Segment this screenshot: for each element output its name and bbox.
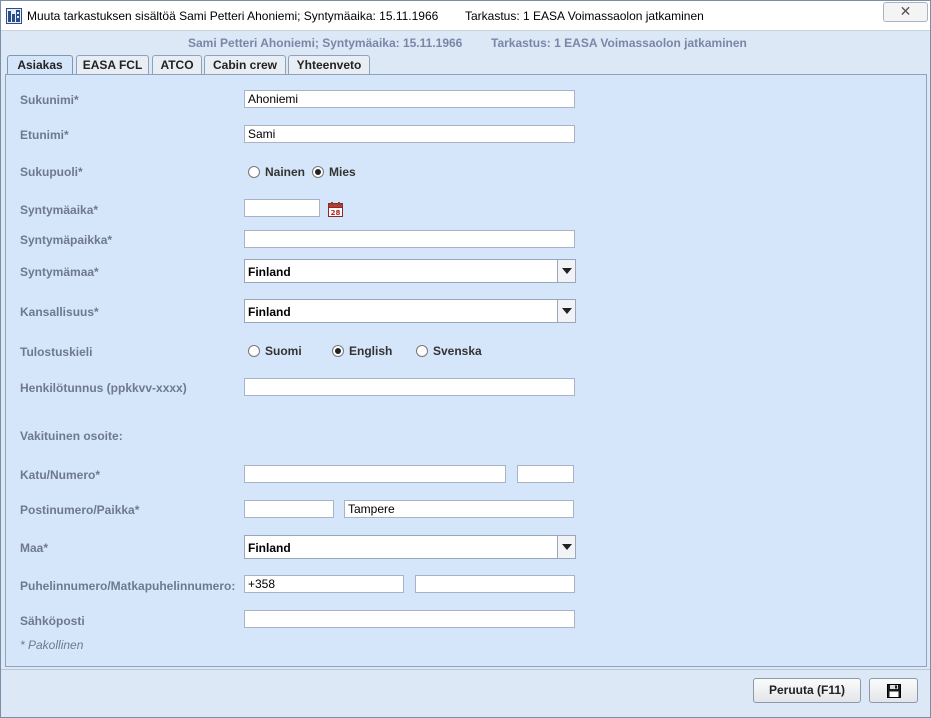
- radio-circle-selected: [332, 345, 344, 357]
- street-label: Katu/Numero*: [20, 468, 101, 482]
- inspection-info: Tarkastus: 1 EASA Voimassaolon jatkamine…: [491, 36, 747, 50]
- language-english-label: English: [349, 344, 393, 358]
- required-note: * Pakollinen: [20, 638, 84, 652]
- tab-asiakas[interactable]: Asiakas: [7, 55, 73, 76]
- birthcountry-label: Syntymämaa*: [20, 265, 99, 279]
- person-info: Sami Petteri Ahoniemi; Syntymäaika: 15.1…: [188, 36, 463, 50]
- gender-radio-female[interactable]: Nainen: [248, 165, 308, 179]
- chevron-down-icon[interactable]: [557, 536, 575, 558]
- window-title: Muuta tarkastuksen sisältöä Sami Petteri…: [27, 9, 439, 23]
- country-label: Maa*: [20, 541, 49, 555]
- app-icon: [6, 8, 22, 24]
- chevron-down-icon[interactable]: [557, 300, 575, 322]
- city-input[interactable]: Tampere: [344, 500, 574, 518]
- postal-label: Postinumero/Paikka*: [20, 503, 140, 517]
- gender-label: Sukupuoli*: [20, 165, 83, 179]
- birthdate-input[interactable]: [244, 199, 320, 217]
- phone-label: Puhelinnumero/Matkapuhelinnumero:: [20, 579, 236, 593]
- gender-female-label: Nainen: [265, 165, 306, 179]
- window-title-inspection: Tarkastus: 1 EASA Voimassaolon jatkamine…: [465, 9, 704, 23]
- firstname-input[interactable]: Sami: [244, 125, 575, 143]
- nationality-select[interactable]: Finland: [244, 299, 576, 323]
- calendar-icon[interactable]: 28: [328, 202, 343, 217]
- gender-radio-male[interactable]: Mies: [312, 165, 362, 179]
- birthplace-input[interactable]: [244, 230, 575, 248]
- cancel-button[interactable]: Peruuta (F11): [753, 678, 861, 703]
- nationality-label: Kansallisuus*: [20, 305, 99, 319]
- dialog-window: Muuta tarkastuksen sisältöä Sami Petteri…: [0, 0, 931, 718]
- language-svenska-label: Svenska: [433, 344, 482, 358]
- birthdate-label: Syntymäaika*: [20, 203, 99, 217]
- address-heading: Vakituinen osoite:: [20, 429, 123, 443]
- language-suomi-label: Suomi: [265, 344, 302, 358]
- language-radio-svenska[interactable]: Svenska: [416, 344, 486, 358]
- floppy-disk-icon: [887, 684, 901, 698]
- street-input[interactable]: [244, 465, 506, 483]
- radio-circle-selected: [312, 166, 324, 178]
- tab-easa-fcl[interactable]: EASA FCL: [76, 55, 149, 75]
- country-select[interactable]: Finland: [244, 535, 576, 559]
- radio-circle: [416, 345, 428, 357]
- birthcountry-value: Finland: [248, 265, 291, 279]
- chevron-down-icon[interactable]: [557, 260, 575, 282]
- street-number-input[interactable]: [517, 465, 574, 483]
- language-radio-suomi[interactable]: Suomi: [248, 344, 308, 358]
- footer-divider: [1, 669, 930, 670]
- tab-atco[interactable]: ATCO: [152, 55, 202, 75]
- gender-male-label: Mies: [329, 165, 356, 179]
- nationality-value: Finland: [248, 305, 291, 319]
- print-language-label: Tulostuskieli: [20, 345, 93, 359]
- title-bar: Muuta tarkastuksen sisältöä Sami Petteri…: [1, 1, 930, 31]
- close-button[interactable]: ✕: [883, 2, 928, 22]
- context-header: Sami Petteri Ahoniemi; Syntymäaika: 15.1…: [1, 32, 930, 54]
- birthplace-label: Syntymäpaikka*: [20, 233, 113, 247]
- country-value: Finland: [248, 541, 291, 555]
- firstname-label: Etunimi*: [20, 128, 69, 142]
- surname-input[interactable]: Ahoniemi: [244, 90, 575, 108]
- personal-id-label: Henkilötunnus (ppkkvv-xxxx): [20, 381, 187, 395]
- save-button[interactable]: [869, 678, 918, 703]
- phone-input[interactable]: +358: [244, 575, 404, 593]
- birthcountry-select[interactable]: Finland: [244, 259, 576, 283]
- postal-code-input[interactable]: [244, 500, 334, 518]
- surname-label: Sukunimi*: [20, 93, 79, 107]
- radio-circle: [248, 345, 260, 357]
- language-radio-english[interactable]: English: [332, 344, 397, 358]
- email-input[interactable]: [244, 610, 575, 628]
- radio-circle: [248, 166, 260, 178]
- mobile-input[interactable]: [415, 575, 575, 593]
- tab-cabin-crew[interactable]: Cabin crew: [204, 55, 286, 75]
- tab-yhteenveto[interactable]: Yhteenveto: [288, 55, 370, 75]
- personal-id-input[interactable]: [244, 378, 575, 396]
- email-label: Sähköposti: [20, 614, 85, 628]
- calendar-day-text: 28: [331, 209, 341, 217]
